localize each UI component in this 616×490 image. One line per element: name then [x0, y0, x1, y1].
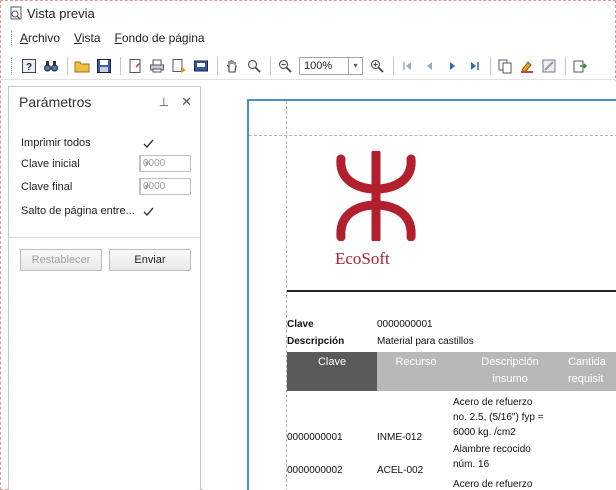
header-rule [287, 290, 616, 292]
column-header-descripcion-insumo: Descripción insumo [455, 352, 565, 391]
title-bar: Vista previa [1, 1, 615, 25]
row-2-clave: 0000000002 [287, 465, 343, 476]
svg-text:?: ? [26, 62, 32, 73]
toolbar-grip[interactable] [11, 56, 14, 75]
toolbar-separator [217, 56, 218, 75]
row-1-recurso: INME-012 [377, 432, 423, 443]
toolbar-separator [393, 56, 394, 75]
next-page-icon[interactable] [442, 56, 462, 76]
panel-divider [9, 237, 200, 238]
send-button[interactable]: Enviar [109, 249, 191, 271]
clave-value: 0000000001 [377, 319, 433, 330]
salto-de-pagina-checkbox[interactable] [142, 205, 155, 218]
magnifier-icon[interactable] [244, 56, 264, 76]
param-clave-final-label: Clave final [21, 181, 73, 193]
open-folder-icon[interactable] [72, 56, 92, 76]
previous-page-icon[interactable] [420, 56, 440, 76]
table-header: Clave Recurso Descripción insumo Cantida r… [287, 352, 616, 391]
watermark-icon[interactable] [539, 56, 559, 76]
page-setup-icon[interactable] [125, 56, 145, 76]
param-clave-inicial-label: Clave inicial [21, 158, 80, 170]
row-1-descripcion: Acero de refuerzo no. 2.5, (5/16") fyp =… [453, 397, 544, 438]
clave-label: Clave [287, 319, 314, 330]
reset-button[interactable]: Restablecer [20, 249, 102, 271]
zoom-in-icon[interactable] [367, 56, 387, 76]
descripcion-value: Material para castillos [377, 336, 474, 347]
row-1-clave: 0000000001 [287, 432, 343, 443]
param-salto-de-pagina-label: Salto de página entre... [21, 205, 135, 217]
menu-fondo-de-pagina[interactable]: Fondo de página [115, 31, 205, 45]
toolbar: ? 100% ▾ [1, 52, 615, 80]
toolbar-separator [67, 56, 68, 75]
descripcion-label: Descripción [287, 336, 345, 347]
imprimir-todos-checkbox[interactable] [142, 137, 155, 150]
menu-archivo[interactable]: Archivo [20, 31, 60, 45]
help-icon[interactable]: ? [19, 56, 39, 76]
menu-bar: Archivo Vista Fondo de página [1, 27, 615, 49]
window-title: Vista previa [27, 5, 95, 21]
preview-app-icon [10, 6, 22, 20]
zoom-dropdown-button[interactable]: ▾ [349, 56, 363, 75]
clave-inicial-combo[interactable]: 0000 ▾ [139, 155, 191, 172]
last-page-icon[interactable] [464, 56, 484, 76]
clave-final-combo[interactable]: 0000 ▾ [139, 178, 191, 195]
document-preview-area[interactable]: EcoSoft Clave 0000000001 Descripción Mat… [203, 81, 616, 490]
toolbar-separator [120, 56, 121, 75]
hand-icon[interactable] [222, 56, 242, 76]
menu-vista[interactable]: Vista [74, 31, 100, 45]
export-icon[interactable] [191, 56, 211, 76]
zoom-input[interactable]: 100% [299, 56, 349, 75]
multiple-pages-icon[interactable] [495, 56, 515, 76]
export-document-icon[interactable] [570, 56, 590, 76]
panel-header: Parámetros ⊥ ✕ [9, 87, 200, 117]
first-page-icon[interactable] [398, 56, 418, 76]
param-imprimir-todos-label: Imprimir todos [21, 137, 91, 149]
logo-wordmark: EcoSoft [335, 249, 390, 268]
row-2-recurso: ACEL-002 [377, 465, 424, 476]
print-icon[interactable] [147, 56, 167, 76]
column-header-clave: Clave [287, 352, 377, 391]
parameters-panel: Parámetros ⊥ ✕ Imprimir todos Clave inic… [8, 86, 201, 490]
column-header-cantidad-requisitada: Cantida requisit [565, 352, 616, 391]
close-icon[interactable]: ✕ [181, 94, 192, 110]
ecosoft-logo [336, 151, 416, 241]
margin-guide [249, 135, 616, 136]
toolbar-separator [490, 56, 491, 75]
row-2-descripcion: Alambre recocido núm. 16 [453, 444, 531, 470]
toolbar-separator [270, 56, 271, 75]
column-header-recurso: Recurso [377, 352, 455, 391]
row-3-descripcion: Acero de refuerzo [453, 479, 533, 490]
zoom-out-icon[interactable] [275, 56, 295, 76]
save-icon[interactable] [94, 56, 114, 76]
panel-title: Parámetros [19, 94, 92, 110]
quick-print-icon[interactable] [169, 56, 189, 76]
color-icon[interactable] [517, 56, 537, 76]
binoculars-icon[interactable] [41, 56, 61, 76]
report-page: EcoSoft Clave 0000000001 Descripción Mat… [247, 99, 616, 490]
menu-grip[interactable] [11, 31, 14, 45]
toolbar-separator [565, 56, 566, 75]
pin-icon[interactable]: ⊥ [159, 95, 169, 109]
